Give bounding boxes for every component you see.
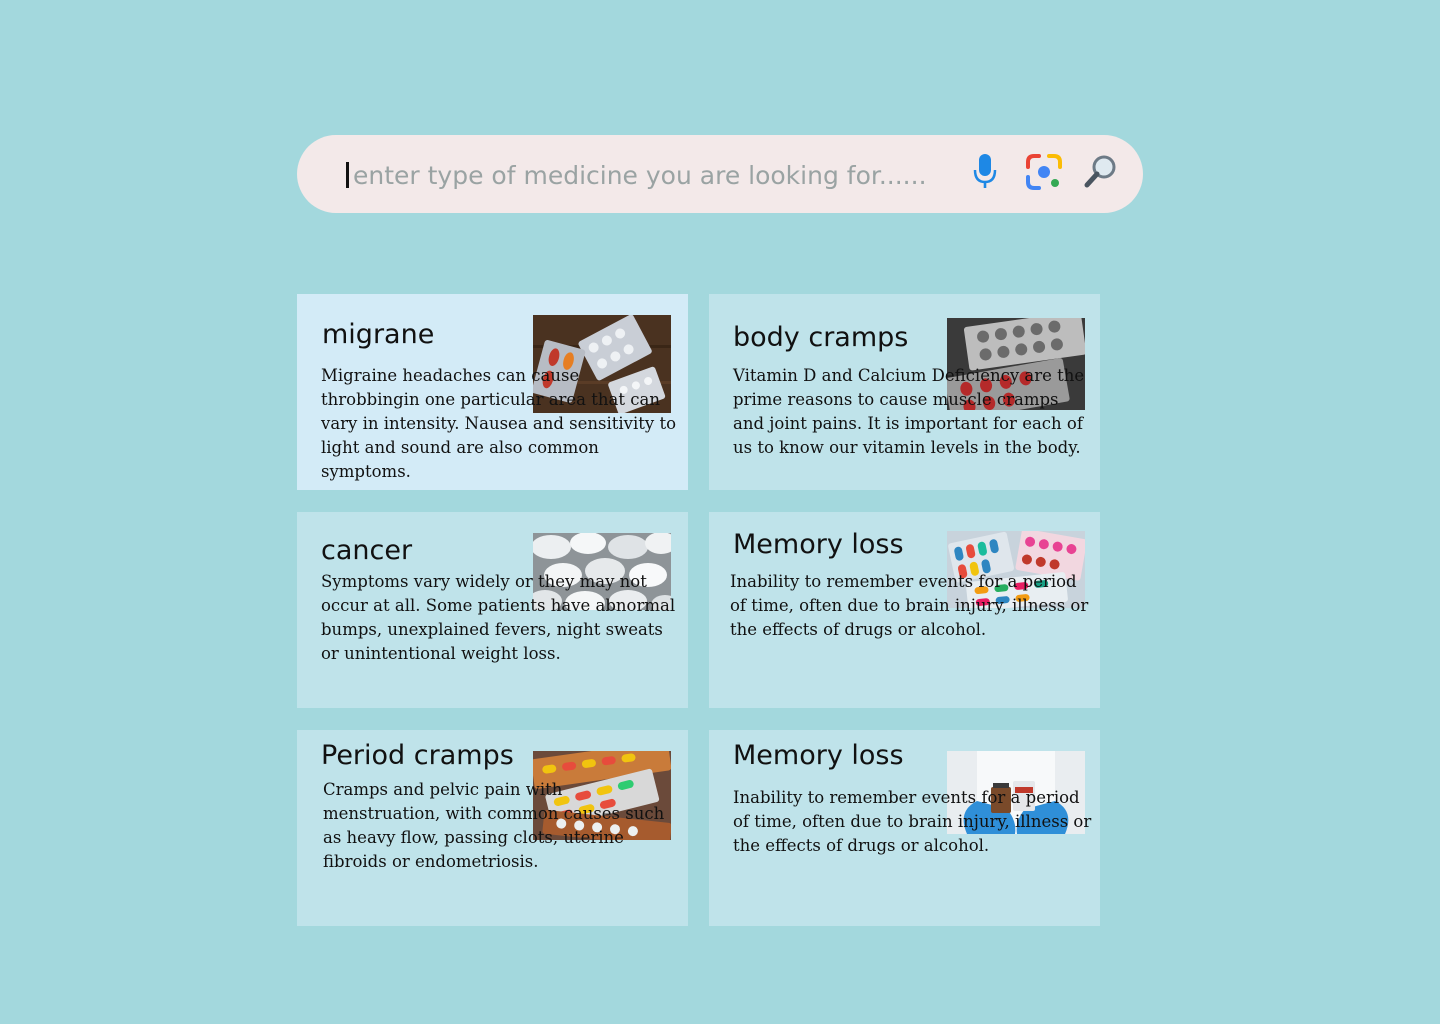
search-input[interactable]: [353, 150, 973, 200]
condition-card-cancer[interactable]: cancer Symptoms vary widely or they may …: [297, 512, 688, 708]
condition-card-period-cramps[interactable]: Period cramps Cramps and pelvic pain wit…: [297, 730, 688, 926]
card-title: body cramps: [733, 322, 909, 353]
condition-card-body-cramps[interactable]: body cramps Vitamin D and Calcium Defici…: [709, 294, 1100, 490]
card-description: Inability to remember events for a perio…: [733, 788, 1092, 855]
magnifier-icon[interactable]: [1083, 153, 1119, 189]
card-title: Memory loss: [733, 529, 904, 560]
microphone-icon[interactable]: [972, 153, 998, 191]
camera-lens-icon[interactable]: [1025, 153, 1063, 191]
card-title: Period cramps: [321, 740, 514, 771]
card-title: Memory loss: [733, 740, 904, 771]
condition-card-memory-loss[interactable]: Memory loss Inability to remember events…: [709, 512, 1100, 708]
card-description: Inability to remember events for a perio…: [730, 572, 1089, 639]
condition-card-memory-loss-2[interactable]: Memory loss Inability to remember events…: [709, 730, 1100, 926]
card-description: Vitamin D and Calcium Deficiency are the…: [733, 366, 1085, 457]
card-title: migrane: [322, 319, 435, 350]
card-description: Cramps and pelvic pain with menstruation…: [323, 780, 665, 871]
condition-card-migrane[interactable]: migrane Migraine headaches can cause thr…: [297, 294, 688, 490]
card-title: cancer: [321, 535, 413, 566]
card-description: Migraine headaches can cause throbbingin…: [321, 366, 677, 481]
text-caret: [346, 162, 349, 188]
card-description: Symptoms vary widely or they may not occ…: [321, 572, 676, 663]
